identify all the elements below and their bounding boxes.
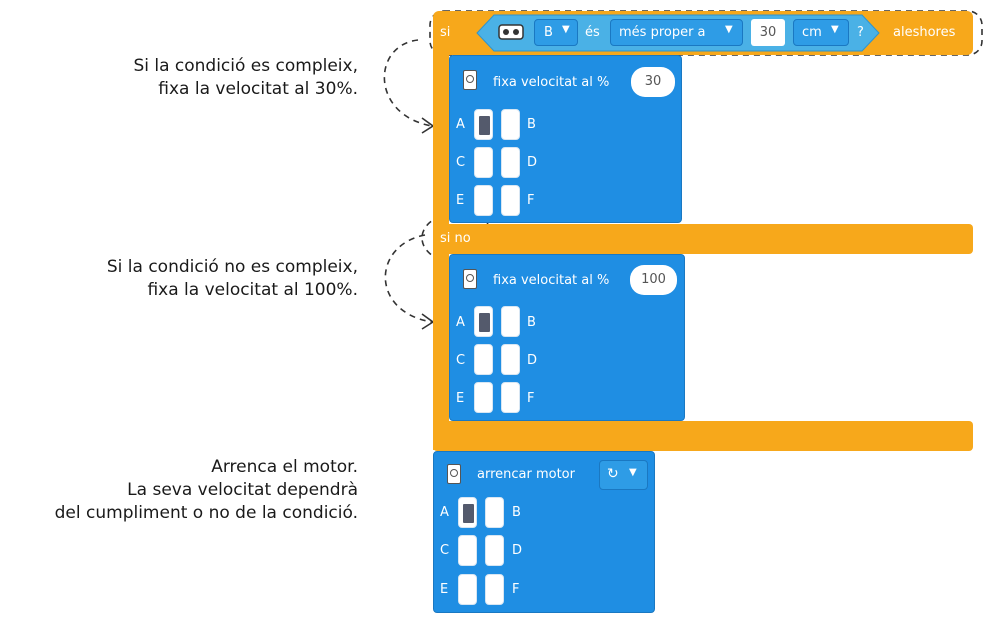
- port-label-c: C: [456, 353, 466, 368]
- sensor-port-value: B: [544, 25, 553, 40]
- chevron-down-icon: ▼: [629, 467, 637, 478]
- distance-value: 30: [759, 25, 777, 40]
- port-a-toggle[interactable]: [474, 109, 493, 140]
- port-c-toggle[interactable]: [458, 535, 477, 566]
- question-mark: ?: [857, 25, 864, 40]
- port-label-b: B: [527, 117, 536, 132]
- port-label-a: A: [456, 117, 465, 132]
- motor-icon: [447, 464, 461, 484]
- rotate-clockwise-icon: ↻: [607, 466, 619, 482]
- comparison-dropdown[interactable]: més proper a ▼: [610, 19, 743, 46]
- port-label-f: F: [527, 193, 535, 208]
- port-c-toggle[interactable]: [474, 147, 493, 178]
- else-label: si no: [440, 231, 471, 246]
- port-label-a: A: [440, 505, 449, 520]
- port-d-toggle[interactable]: [485, 535, 504, 566]
- chevron-down-icon: ▼: [725, 24, 733, 35]
- speed-value-input[interactable]: 30: [631, 67, 675, 97]
- start-motor-label: arrencar motor: [477, 467, 575, 482]
- port-label-f: F: [512, 582, 520, 597]
- port-f-toggle[interactable]: [501, 382, 520, 413]
- port-label-d: D: [512, 543, 523, 558]
- unit-dropdown[interactable]: cm ▼: [793, 19, 849, 46]
- port-label-f: F: [527, 391, 535, 406]
- port-e-toggle[interactable]: [474, 185, 493, 216]
- unit-value: cm: [802, 25, 822, 40]
- port-label-d: D: [527, 353, 538, 368]
- direction-dropdown[interactable]: ↻ ▼: [599, 460, 648, 490]
- arrow-to-speed-2: [384, 234, 433, 323]
- speed-value-input[interactable]: 100: [630, 265, 677, 295]
- motor-icon: [463, 269, 477, 289]
- motor-icon: [463, 70, 477, 90]
- port-label-e: E: [456, 193, 465, 208]
- sensor-port-dropdown[interactable]: B ▼: [534, 19, 578, 46]
- port-f-toggle[interactable]: [501, 185, 520, 216]
- port-c-toggle[interactable]: [474, 344, 493, 375]
- speed-value: 100: [641, 272, 666, 287]
- then-label: aleshores: [893, 25, 956, 40]
- port-e-toggle[interactable]: [474, 382, 493, 413]
- port-b-toggle[interactable]: [501, 306, 520, 337]
- port-label-e: E: [456, 391, 465, 406]
- if-else-end-bar: [433, 421, 973, 451]
- set-speed-label: fixa velocitat al %: [493, 75, 610, 90]
- comparison-value: més proper a: [619, 25, 706, 40]
- port-label-d: D: [527, 155, 538, 170]
- port-f-toggle[interactable]: [485, 574, 504, 605]
- port-d-toggle[interactable]: [501, 147, 520, 178]
- port-d-toggle[interactable]: [501, 344, 520, 375]
- port-label-c: C: [456, 155, 466, 170]
- chevron-down-icon: ▼: [562, 24, 570, 35]
- port-label-c: C: [440, 543, 450, 558]
- port-label-a: A: [456, 315, 465, 330]
- port-label-e: E: [440, 582, 449, 597]
- speed-value: 30: [644, 74, 662, 89]
- port-a-toggle[interactable]: [474, 306, 493, 337]
- port-label-b: B: [512, 505, 521, 520]
- if-label: si: [440, 25, 451, 40]
- port-b-toggle[interactable]: [485, 497, 504, 528]
- distance-value-input[interactable]: 30: [751, 19, 785, 46]
- set-speed-label: fixa velocitat al %: [493, 273, 610, 288]
- port-label-b: B: [527, 315, 536, 330]
- arrowhead-icon: [421, 313, 435, 330]
- port-b-toggle[interactable]: [501, 109, 520, 140]
- port-a-toggle[interactable]: [458, 497, 477, 528]
- distance-sensor-icon: [498, 24, 524, 40]
- port-e-toggle[interactable]: [458, 574, 477, 605]
- arrow-to-speed-1: [383, 39, 433, 127]
- is-label: és: [585, 25, 600, 40]
- else-bar[interactable]: [433, 224, 973, 254]
- chevron-down-icon: ▼: [831, 24, 839, 35]
